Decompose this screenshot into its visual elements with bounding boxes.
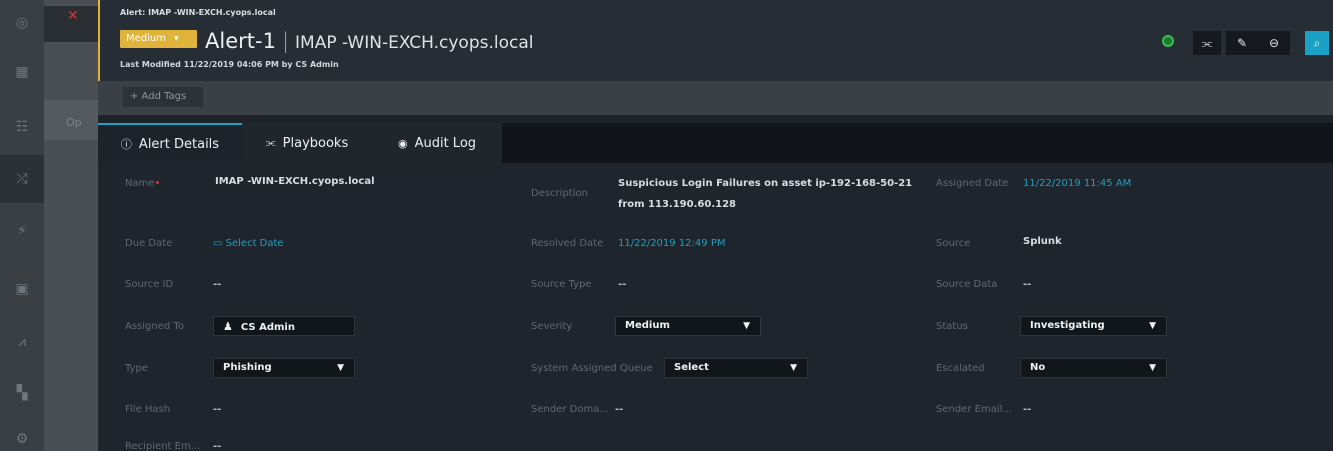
people-icon[interactable]: ☷ [13, 118, 31, 136]
link-icon[interactable]: ⊖ [1269, 36, 1279, 50]
tab-alert-details[interactable]: ⓘ Alert Details [98, 123, 242, 163]
type-select[interactable]: Phishing ▼ [213, 358, 355, 378]
info-circle-icon: ⓘ [120, 138, 132, 151]
chevron-down-icon: ▼ [1149, 321, 1156, 331]
file-hash-value[interactable]: -- [213, 404, 221, 415]
source-data-label: Source Data [936, 279, 998, 290]
chevron-down-icon: ▼ [337, 363, 344, 373]
due-date-label: Due Date [125, 238, 173, 249]
tab-label: Playbooks [282, 135, 349, 151]
left-nav-rail: ◎ ▦ ☷ ⤮ ⚡ ▣ ⩘ ▚ ⚙ [0, 0, 44, 451]
close-icon[interactable]: ✕ [67, 8, 79, 24]
name-value[interactable]: IMAP -WIN-EXCH.cyops.local [215, 176, 375, 187]
playbook-icon: ⫘ [265, 136, 276, 149]
tab-audit-log[interactable]: ◉ Audit Log [372, 123, 502, 163]
playbook-button[interactable]: ⫘ [1193, 31, 1221, 55]
breadcrumb: Alert: IMAP -WIN-EXCH.cyops.local [120, 8, 276, 17]
title-separator: | [281, 29, 290, 53]
grid-icon[interactable]: ▚ [13, 384, 31, 402]
settings-icon[interactable]: ⚙ [13, 430, 31, 448]
user-icon: ♟ [223, 320, 233, 333]
assigned-date-value[interactable]: 11/22/2019 11:45 AM [1023, 178, 1131, 189]
alert-header: Alert: IMAP -WIN-EXCH.cyops.local Medium… [98, 0, 1333, 81]
comments-button[interactable]: ⌕ [1305, 31, 1329, 55]
source-type-label: Source Type [531, 279, 592, 290]
eye-icon: ◉ [397, 136, 408, 150]
alert-details-panel: Name• IMAP -WIN-EXCH.cyops.local Descrip… [98, 163, 1333, 451]
alert-modal: Alert: IMAP -WIN-EXCH.cyops.local Medium… [98, 0, 1333, 451]
description-label: Description [531, 188, 588, 199]
last-modified: Last Modified 11/22/2019 04:06 PM by CS … [120, 60, 339, 69]
status-label: Status [936, 321, 968, 332]
sender-domain-label: Sender Doma... [531, 404, 609, 415]
severity-select[interactable]: Medium ▼ [615, 316, 761, 336]
edit-icon[interactable]: ✎ [1237, 36, 1247, 50]
background-text: Op [66, 116, 82, 129]
chevron-down-icon: ▼ [743, 321, 750, 331]
app-logo-icon[interactable]: ◎ [13, 14, 31, 32]
escalated-select[interactable]: No ▼ [1020, 358, 1167, 378]
type-label: Type [125, 363, 148, 374]
severity-badge-label: Medium [126, 33, 166, 44]
escalated-label: Escalated [936, 363, 985, 374]
dashboard-icon[interactable]: ▦ [13, 63, 31, 81]
tab-label: Alert Details [138, 136, 220, 152]
comments-icon: ⌕ [1313, 35, 1321, 50]
queue-label: System Assigned Queue [531, 363, 653, 374]
alert-id: Alert-1 [205, 29, 276, 53]
status-select[interactable]: Investigating ▼ [1020, 316, 1167, 336]
shuffle-icon[interactable]: ⤮ [0, 155, 44, 203]
source-value[interactable]: Splunk [1023, 236, 1062, 247]
sender-domain-value[interactable]: -- [615, 404, 623, 415]
calendar-icon: ▭ [213, 238, 226, 249]
assigned-date-label: Assigned Date [936, 178, 1009, 189]
chart-icon[interactable]: ⩘ [13, 333, 31, 351]
source-id-label: Source ID [125, 279, 174, 290]
chevron-down-icon: ▼ [1149, 363, 1156, 373]
description-value[interactable]: Suspicious Login Failures on asset ip-19… [618, 173, 918, 215]
tab-bar: ⓘ Alert Details ⫘ Playbooks ◉ Audit Log [98, 123, 1333, 163]
tags-bar: + Add Tags [98, 81, 1333, 115]
alert-subtitle: IMAP -WIN-EXCH.cyops.local [295, 33, 534, 53]
name-label: Name• [125, 178, 161, 189]
status-indicator-icon [1162, 35, 1174, 47]
chevron-down-icon: ▾ [174, 34, 179, 44]
severity-label: Severity [531, 321, 573, 332]
page-title: Alert-1 | IMAP -WIN-EXCH.cyops.local [205, 29, 533, 53]
sender-email-label: Sender Email... [936, 404, 1012, 415]
add-tags-button[interactable]: + Add Tags [123, 87, 203, 107]
sender-email-value[interactable]: -- [1023, 404, 1031, 415]
source-type-value[interactable]: -- [618, 279, 626, 290]
resolved-date-label: Resolved Date [531, 238, 604, 249]
background-page: ✕ Op [44, 0, 98, 451]
briefcase-icon[interactable]: ▣ [13, 280, 31, 298]
chevron-down-icon: ▼ [790, 363, 797, 373]
tab-playbooks[interactable]: ⫘ Playbooks [242, 123, 372, 163]
edit-link-group: ✎ ⊖ [1226, 31, 1290, 55]
severity-badge[interactable]: Medium ▾ [120, 30, 197, 48]
due-date-picker[interactable]: ▭ Select Date [213, 238, 284, 249]
assigned-to-field[interactable]: ♟ CS Admin [213, 316, 355, 336]
file-hash-label: File Hash [125, 404, 171, 415]
queue-select[interactable]: Select ▼ [664, 358, 808, 378]
assigned-to-label: Assigned To [125, 321, 184, 332]
bolt-icon[interactable]: ⚡ [13, 222, 31, 240]
source-data-value[interactable]: -- [1023, 279, 1031, 290]
source-id-value[interactable]: -- [213, 279, 221, 290]
tab-label: Audit Log [414, 135, 477, 151]
playbook-icon: ⫘ [1201, 35, 1213, 50]
source-label: Source [936, 238, 971, 249]
resolved-date-value[interactable]: 11/22/2019 12:49 PM [618, 238, 725, 249]
recipient-label: Recipient Em... [125, 441, 201, 451]
recipient-value[interactable]: -- [213, 441, 221, 451]
